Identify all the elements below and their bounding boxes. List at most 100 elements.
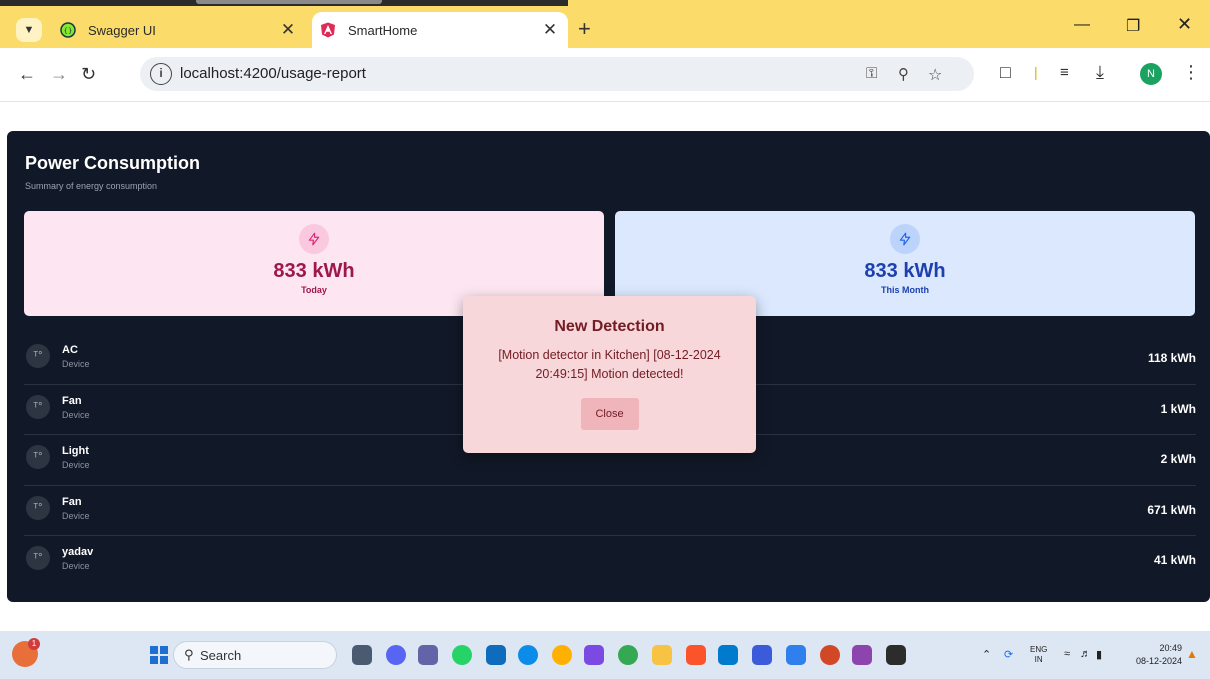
discord-icon[interactable] bbox=[386, 645, 406, 665]
plug-icon: ᵀ° bbox=[26, 445, 50, 469]
device-type: Device bbox=[62, 561, 90, 571]
device-usage: 118 kWh bbox=[1147, 351, 1196, 365]
device-name: Fan bbox=[62, 394, 82, 407]
tab-smarthome[interactable]: SmartHome ✕ bbox=[312, 12, 568, 48]
plug-icon: ᵀ° bbox=[26, 546, 50, 570]
wifi-icon[interactable]: ≈ bbox=[1064, 648, 1070, 660]
store-icon[interactable] bbox=[486, 645, 506, 665]
taskbar-search[interactable]: ⚲ Search bbox=[173, 641, 337, 669]
address-bar[interactable]: i localhost:4200/usage-report ⚿ ⚲ ☆ bbox=[140, 57, 974, 91]
download-icon[interactable]: ⤓ bbox=[1096, 62, 1104, 83]
device-name: Light bbox=[62, 445, 89, 457]
battery-icon[interactable]: ▮ bbox=[1096, 648, 1102, 661]
tab-title: SmartHome bbox=[348, 22, 418, 38]
close-button[interactable]: Close bbox=[580, 398, 639, 430]
angular-favicon-icon bbox=[320, 22, 336, 38]
close-icon[interactable]: ✕ bbox=[276, 20, 300, 40]
plug-icon: ᵀ° bbox=[26, 394, 50, 419]
arrow-left-icon[interactable]: ← bbox=[18, 64, 36, 85]
star-icon[interactable]: ☆ bbox=[928, 65, 942, 85]
stat-month-label: This Month bbox=[881, 285, 929, 295]
plug-icon: ᵀ° bbox=[26, 495, 50, 520]
tab-swagger-ui[interactable]: {} Swagger UI ✕ bbox=[52, 12, 306, 48]
notification-badge: 1 bbox=[28, 638, 40, 650]
edge-icon[interactable] bbox=[518, 645, 538, 665]
list-item[interactable]: ᵀ° yadav Device 41 kWh bbox=[24, 536, 1196, 587]
bolt-icon bbox=[299, 224, 329, 254]
modal-message: [Motion detector in Kitchen] [08-12-2024… bbox=[498, 348, 721, 381]
file-explorer-icon[interactable] bbox=[652, 645, 672, 665]
powerpoint-icon[interactable] bbox=[820, 645, 840, 665]
detection-modal: New Detection [Motion detector in Kitche… bbox=[463, 296, 756, 453]
stat-month-value: 833 kWh bbox=[864, 260, 946, 282]
device-usage: 671 kWh bbox=[1147, 502, 1196, 517]
tab-search-button[interactable]: ▼ bbox=[16, 18, 42, 42]
playlist-icon[interactable]: ≡ bbox=[1060, 64, 1069, 81]
stat-today-value: 833 kWh bbox=[273, 260, 355, 282]
whatsapp-icon[interactable] bbox=[452, 645, 472, 665]
chevron-up-icon[interactable]: ⌃ bbox=[982, 648, 991, 661]
device-usage: 41 kWh bbox=[1153, 553, 1196, 567]
tab-title: Swagger UI bbox=[88, 22, 156, 38]
language-top: ENG bbox=[1030, 645, 1048, 654]
taskbar: 1 ⚲ Search ⌃ ⟳ ENG IN ≈ ♬ ▮ 20:49 08-12-… bbox=[0, 631, 1210, 679]
puzzle-icon[interactable]: □ bbox=[1000, 62, 1011, 83]
device-usage: 2 kWh bbox=[1160, 452, 1196, 466]
chrome-icon[interactable] bbox=[618, 645, 638, 665]
device-name: AC bbox=[62, 344, 78, 356]
windows-start-icon[interactable] bbox=[150, 646, 168, 664]
modal-title: New Detection bbox=[554, 318, 665, 335]
plus-icon[interactable]: + bbox=[578, 18, 591, 40]
photos-icon[interactable] bbox=[786, 645, 806, 665]
vscode-icon[interactable] bbox=[718, 645, 738, 665]
chrome-canary-icon[interactable] bbox=[552, 645, 572, 665]
widgets-icon[interactable]: 1 bbox=[12, 638, 40, 667]
device-name: yadav bbox=[62, 546, 94, 558]
reload-icon[interactable]: ↻ bbox=[81, 64, 96, 85]
search-label: Search bbox=[200, 648, 242, 663]
language-indicator[interactable]: ENG IN bbox=[1030, 645, 1047, 665]
toolbar-separator: | bbox=[1034, 64, 1038, 80]
app-icon[interactable] bbox=[752, 645, 772, 665]
swagger-favicon-icon: {} bbox=[60, 22, 76, 38]
teams-icon[interactable] bbox=[418, 645, 438, 665]
system-clock[interactable]: 20:49 08-12-2024 bbox=[1130, 642, 1182, 668]
device-type: Device bbox=[62, 359, 90, 369]
kebab-menu-icon[interactable]: ⋮ bbox=[1182, 62, 1200, 83]
avatar[interactable]: N bbox=[1140, 63, 1162, 85]
device-usage: 1 kWh bbox=[1160, 401, 1196, 416]
device-type: Device bbox=[62, 409, 90, 420]
device-name: Fan bbox=[62, 495, 82, 508]
minimize-icon[interactable]: — bbox=[1074, 16, 1090, 34]
restore-icon[interactable]: ❐ bbox=[1126, 16, 1140, 36]
close-window-icon[interactable]: ✕ bbox=[1177, 14, 1192, 35]
network-sync-icon[interactable]: ⟳ bbox=[1004, 648, 1013, 661]
arrow-right-icon[interactable]: → bbox=[50, 64, 68, 85]
page-title: Power Consumption bbox=[25, 153, 200, 173]
terminal-icon[interactable] bbox=[886, 645, 906, 665]
info-icon[interactable]: i bbox=[150, 63, 172, 85]
device-type: Device bbox=[62, 460, 90, 470]
volume-icon[interactable]: ♬ bbox=[1080, 648, 1091, 660]
list-item[interactable]: ᵀ° Fan Device 671 kWh bbox=[24, 486, 1196, 536]
bell-icon[interactable]: ▲ bbox=[1186, 647, 1198, 661]
url-text[interactable]: localhost:4200/usage-report bbox=[180, 65, 366, 82]
key-icon[interactable]: ⚿ bbox=[866, 65, 877, 82]
browser-toolbar: ← → ↻ i localhost:4200/usage-report ⚿ ⚲ … bbox=[0, 48, 1210, 102]
brave-icon[interactable] bbox=[686, 645, 706, 665]
page-subtitle: Summary of energy consumption bbox=[25, 181, 158, 191]
close-icon[interactable]: ✕ bbox=[538, 20, 562, 40]
stat-today-label: Today bbox=[301, 285, 327, 295]
chevron-down-icon: ▼ bbox=[23, 24, 35, 36]
svg-text:{}: {} bbox=[64, 27, 73, 35]
copilot-icon[interactable] bbox=[584, 645, 604, 665]
visual-studio-icon[interactable] bbox=[852, 645, 872, 665]
zoom-icon[interactable]: ⚲ bbox=[898, 65, 909, 83]
bolt-icon bbox=[890, 224, 920, 254]
plug-icon: ᵀ° bbox=[26, 344, 50, 368]
top-strip-thumb bbox=[196, 0, 382, 4]
task-view-icon[interactable] bbox=[352, 645, 372, 665]
browser-tab-bar: ▼ {} Swagger UI ✕ SmartHome ✕ + — ❐ ✕ bbox=[0, 0, 1210, 48]
clock-time: 20:49 bbox=[1159, 643, 1182, 653]
device-type: Device bbox=[62, 510, 90, 521]
